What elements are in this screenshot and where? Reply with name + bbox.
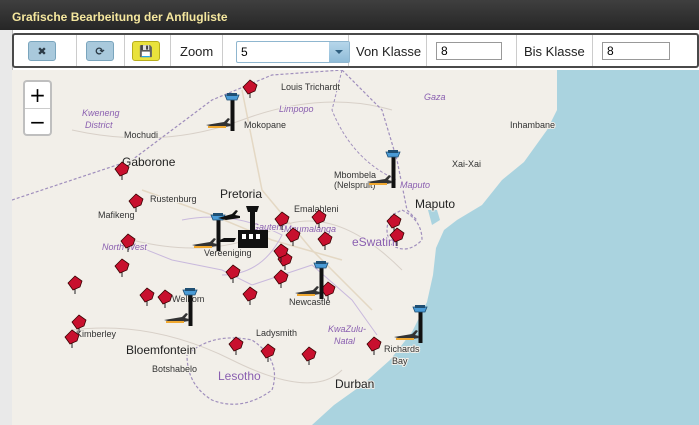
place-label: Inhambane: [510, 120, 555, 130]
place-label: Vereeniging: [204, 248, 252, 258]
place-label: Bloemfontein: [126, 343, 196, 357]
window-titlebar: Grafische Bearbeitung der Anflugliste: [0, 0, 699, 30]
place-label: Richards: [384, 344, 420, 354]
bis-klasse-label: Bis Klasse: [524, 44, 585, 59]
place-label: Durban: [335, 377, 374, 391]
place-label: Mafikeng: [98, 210, 135, 220]
place-label: Rustenburg: [150, 194, 197, 204]
toolbar-cell-bis-input: [592, 35, 692, 66]
chevron-down-icon[interactable]: [329, 42, 349, 62]
close-button[interactable]: ✖: [28, 41, 56, 61]
place-label: Bay: [392, 356, 408, 366]
place-label: Ladysmith: [256, 328, 297, 338]
place-label: Welkom: [172, 294, 204, 304]
toolbar-cell-von-input: [426, 35, 517, 66]
von-klasse-label: Von Klasse: [356, 44, 422, 59]
place-label: KwaZulu-: [328, 324, 366, 334]
map-zoom-control: + −: [23, 80, 52, 136]
place-label: Maputo: [400, 180, 430, 190]
place-label: Botshabelo: [152, 364, 197, 374]
place-label: Mochudi: [124, 130, 158, 140]
close-icon: ✖: [37, 45, 47, 58]
window-title: Grafische Bearbeitung der Anflugliste: [12, 10, 228, 24]
zoom-label: Zoom: [180, 44, 214, 59]
save-icon: 💾: [139, 45, 153, 58]
place-label: Newcastle: [289, 297, 331, 307]
toolbar-cell-zoom-label: Zoom: [170, 35, 223, 66]
place-label: Pretoria: [220, 187, 262, 201]
refresh-button[interactable]: ⟳: [86, 41, 114, 61]
place-label: eSwatini: [352, 235, 397, 249]
save-button[interactable]: 💾: [132, 41, 160, 61]
von-klasse-input[interactable]: [436, 42, 502, 60]
place-label: Gaza: [424, 92, 446, 102]
place-label: Mokopane: [244, 120, 286, 130]
place-label: Natal: [334, 336, 356, 346]
place-label: Kweneng: [82, 108, 120, 118]
map-svg: Louis Trichardt Limpopo Gaza Kweneng Distric…: [12, 70, 699, 425]
place-label: Lesotho: [218, 369, 261, 383]
place-label: Louis Trichardt: [281, 82, 341, 92]
toolbar-cell-von-label: Von Klasse: [348, 35, 427, 66]
place-label: Maputo: [415, 197, 455, 211]
toolbar-cell-bis-label: Bis Klasse: [516, 35, 593, 66]
bis-klasse-input[interactable]: [602, 42, 670, 60]
refresh-icon: ⟳: [95, 45, 105, 58]
zoom-in-button[interactable]: +: [25, 82, 50, 108]
toolbar-cell-refresh: ⟳: [76, 35, 125, 66]
place-label: Xai-Xai: [452, 159, 481, 169]
zoom-out-button[interactable]: −: [25, 108, 50, 135]
zoom-select-value: 5: [241, 45, 248, 59]
toolbar: ✖ ⟳ 💾 Zoom 5 Von Klasse Bis Klasse: [12, 33, 699, 68]
place-label: Gaborone: [122, 155, 176, 169]
map-canvas[interactable]: Louis Trichardt Limpopo Gaza Kweneng Distric…: [12, 70, 699, 425]
zoom-select[interactable]: 5: [236, 41, 350, 63]
place-label: Kimberley: [76, 329, 117, 339]
place-label: Limpopo: [279, 104, 314, 114]
toolbar-cell-save: 💾: [124, 35, 171, 66]
toolbar-cell-close: ✖: [14, 35, 77, 66]
place-label: District: [85, 120, 113, 130]
place-label: Mbombela: [334, 170, 376, 180]
